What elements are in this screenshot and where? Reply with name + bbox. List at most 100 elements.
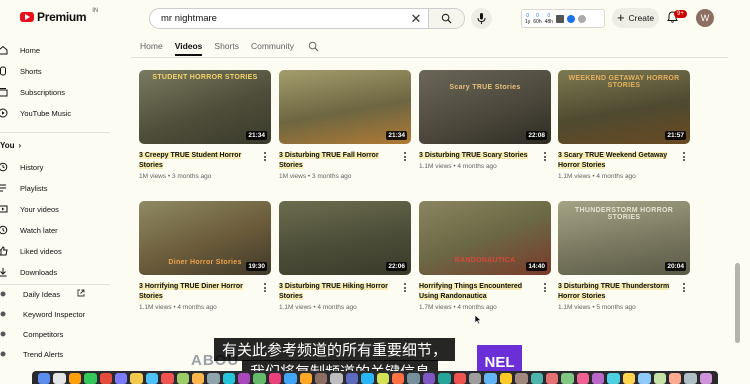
- dock-app-icon[interactable]: [361, 373, 374, 384]
- video-thumbnail[interactable]: 21:34: [279, 70, 411, 144]
- video-thumbnail[interactable]: RANDONAUTICA 14:40: [419, 201, 551, 275]
- sidebar-item-daily-ideas[interactable]: Daily Ideas: [0, 284, 85, 304]
- dock-app-icon[interactable]: [284, 373, 297, 384]
- dock-app-icon[interactable]: [330, 373, 343, 384]
- dock-app-icon[interactable]: [68, 373, 82, 384]
- dock-app-icon[interactable]: [145, 373, 159, 384]
- dock-app-icon[interactable]: [130, 373, 143, 384]
- tab-community[interactable]: Community: [251, 37, 294, 56]
- video-thumbnail[interactable]: WEEKEND GETAWAY HORROR STORIES 21:57: [558, 70, 690, 144]
- dock-app-icon[interactable]: [669, 373, 682, 384]
- clear-search-icon[interactable]: ✕: [404, 11, 428, 27]
- dock-app-icon[interactable]: [484, 373, 497, 384]
- dock-app-icon[interactable]: [391, 373, 405, 384]
- dock-app-icon[interactable]: [407, 373, 420, 384]
- video-title[interactable]: 3 Scary TRUE Weekend Getaway Horror Stor…: [558, 151, 676, 171]
- dock-app-icon[interactable]: [453, 373, 466, 384]
- video-card[interactable]: Scary TRUE Stories 22:08 3 Disturbing TRUE…: [419, 70, 551, 170]
- ext-square-icon[interactable]: [555, 14, 564, 23]
- ext-blue-icon[interactable]: [566, 14, 575, 23]
- dock-app-icon[interactable]: [222, 373, 236, 384]
- dock-app-icon[interactable]: [299, 373, 313, 384]
- sidebar-item-home[interactable]: Home: [0, 40, 40, 60]
- video-title[interactable]: 3 Disturbing TRUE Hiking Horror Stories: [279, 282, 397, 302]
- more-actions-icon[interactable]: [403, 152, 407, 161]
- more-actions-icon[interactable]: [682, 152, 686, 161]
- dock-app-icon[interactable]: [653, 373, 667, 384]
- dock-app-icon[interactable]: [530, 373, 543, 384]
- video-title[interactable]: 3 Horrifying TRUE Diner Horror Stories: [139, 282, 257, 302]
- dock-app-icon[interactable]: [545, 373, 559, 384]
- video-card[interactable]: 21:34 3 Disturbing TRUE Fall Horror Stori…: [279, 70, 411, 180]
- dock-app-icon[interactable]: [38, 373, 51, 384]
- video-card[interactable]: 22:06 3 Disturbing TRUE Hiking Horror Sto…: [279, 201, 411, 311]
- dock-app-icon[interactable]: [515, 373, 528, 384]
- dock-app-icon[interactable]: [253, 373, 266, 384]
- dock-app-icon[interactable]: [99, 373, 112, 384]
- sidebar-item-keyword-inspector[interactable]: Keyword Inspector: [0, 304, 85, 324]
- video-title[interactable]: 3 Disturbing TRUE Scary Stories: [419, 151, 537, 161]
- dock-app-icon[interactable]: [84, 373, 97, 384]
- dock-app-icon[interactable]: [592, 373, 605, 384]
- more-actions-icon[interactable]: [543, 152, 547, 161]
- sidebar-item-your-videos[interactable]: Your videos: [0, 199, 59, 219]
- more-actions-icon[interactable]: [543, 283, 547, 292]
- video-card[interactable]: STUDENT HORROR STORIES 21:34 3 Creepy TRUE…: [139, 70, 271, 180]
- tab-home[interactable]: Home: [140, 37, 163, 56]
- account-avatar[interactable]: W: [696, 9, 714, 27]
- video-thumbnail[interactable]: Scary TRUE Stories 22:08: [419, 70, 551, 144]
- dock-app-icon[interactable]: [53, 373, 66, 384]
- video-title[interactable]: 3 Disturbing TRUE Fall Horror Stories: [279, 151, 397, 171]
- video-title[interactable]: 3 Disturbing TRUE Thunderstorm Horror St…: [558, 282, 676, 302]
- sidebar-item-watch-later[interactable]: Watch later: [0, 220, 58, 240]
- tab-videos[interactable]: Videos: [174, 37, 203, 56]
- dock-app-icon[interactable]: [238, 373, 251, 384]
- page-scrollbar[interactable]: [735, 263, 740, 343]
- sidebar-item-liked-videos[interactable]: Liked videos: [0, 241, 62, 261]
- sidebar-item-shorts[interactable]: Shorts: [0, 61, 42, 81]
- more-actions-icon[interactable]: [403, 283, 407, 292]
- search-button[interactable]: [428, 9, 464, 28]
- dock-app-icon[interactable]: [468, 373, 482, 384]
- dock-app-icon[interactable]: [268, 373, 282, 384]
- video-thumbnail[interactable]: THUNDERSTORM HORROR STORIES 20:04: [558, 201, 690, 275]
- dock-app-icon[interactable]: [376, 373, 389, 384]
- sidebar-item-downloads[interactable]: Downloads: [0, 262, 57, 282]
- sidebar-item-competitors[interactable]: Competitors: [0, 324, 63, 344]
- video-card[interactable]: THUNDERSTORM HORROR STORIES 20:04 3 Distur…: [558, 201, 690, 311]
- dock-app-icon[interactable]: [114, 373, 128, 384]
- dock-app-icon[interactable]: [638, 373, 651, 384]
- sidebar-item-youtube-music[interactable]: YouTube Music: [0, 103, 71, 123]
- dock-app-icon[interactable]: [176, 373, 189, 384]
- video-card[interactable]: Diner Horror Stories 19:30 3 Horrifying TR…: [139, 201, 271, 311]
- video-card[interactable]: WEEKEND GETAWAY HORROR STORIES 21:57 3 Sca…: [558, 70, 690, 180]
- sidebar-you-header[interactable]: You ›: [0, 141, 21, 150]
- sidebar-item-history[interactable]: History: [0, 157, 43, 177]
- video-thumbnail[interactable]: Diner Horror Stories 19:30: [139, 201, 271, 275]
- dock-app-icon[interactable]: [499, 373, 513, 384]
- sidebar-item-trend-alerts[interactable]: Trend Alerts: [0, 344, 63, 364]
- search-input[interactable]: mr nightmare: [150, 13, 404, 24]
- sidebar-item-playlists[interactable]: Playlists: [0, 178, 48, 198]
- dock-app-icon[interactable]: [161, 373, 174, 384]
- ext-grey-icon[interactable]: [577, 14, 586, 23]
- youtube-premium-logo[interactable]: Premium IN: [20, 8, 98, 24]
- dock-app-icon[interactable]: [607, 373, 620, 384]
- video-thumbnail[interactable]: STUDENT HORROR STORIES 21:34: [139, 70, 271, 144]
- dock-app-icon[interactable]: [684, 373, 697, 384]
- tab-shorts[interactable]: Shorts: [214, 37, 239, 56]
- channel-search-button[interactable]: [308, 41, 319, 52]
- dock-app-icon[interactable]: [438, 373, 451, 384]
- video-card[interactable]: RANDONAUTICA 14:40 Horrifying Things Encou…: [419, 201, 551, 311]
- dock-app-icon[interactable]: [315, 373, 328, 384]
- dock-app-icon[interactable]: [345, 373, 359, 384]
- more-actions-icon[interactable]: [263, 283, 267, 292]
- dock-app-icon[interactable]: [561, 373, 574, 384]
- extension-stats-widget[interactable]: 0 1y 0 60h 0 48h: [521, 9, 605, 28]
- dock-app-icon[interactable]: [576, 373, 590, 384]
- dock-app-icon[interactable]: [422, 373, 436, 384]
- search-box[interactable]: mr nightmare ✕: [149, 8, 465, 29]
- dock-app-icon[interactable]: [191, 373, 205, 384]
- create-button[interactable]: + Create: [612, 8, 659, 28]
- sidebar-item-subscriptions[interactable]: Subscriptions: [0, 82, 65, 102]
